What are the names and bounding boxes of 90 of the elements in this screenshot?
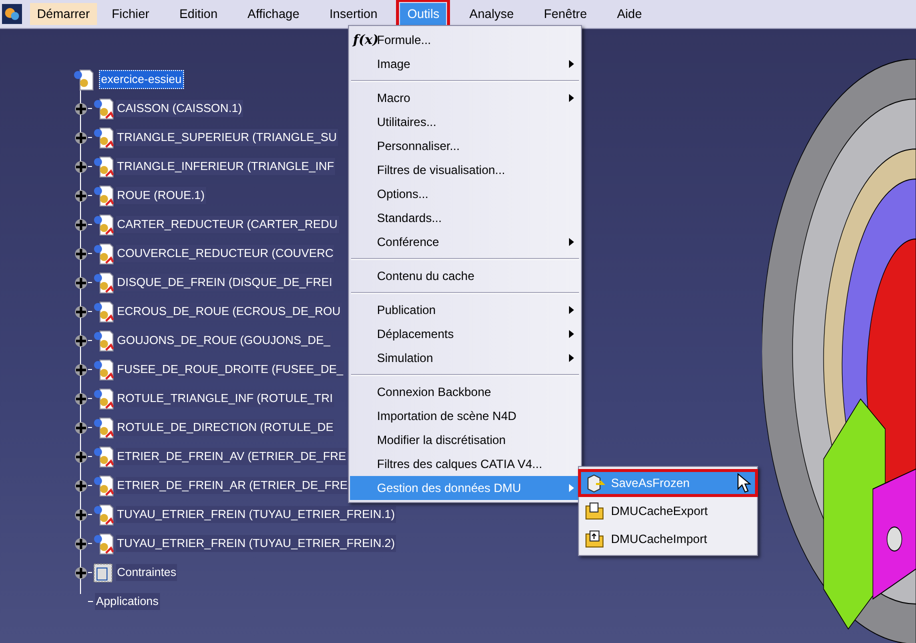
expand-icon[interactable] bbox=[74, 536, 88, 550]
formula-icon: f(x) bbox=[353, 32, 379, 48]
cube-icon bbox=[585, 473, 605, 493]
submenu-arrow-icon bbox=[569, 60, 574, 68]
menu-item[interactable]: Utilitaires... bbox=[350, 110, 580, 134]
product-icon bbox=[92, 504, 114, 526]
product-icon bbox=[92, 300, 114, 322]
menu-bar-item[interactable]: Fichier bbox=[104, 3, 156, 25]
menu-bar-item[interactable]: Démarrer bbox=[30, 3, 97, 25]
product-icon bbox=[92, 184, 114, 206]
menu-item[interactable]: Image bbox=[350, 52, 580, 76]
menu-item[interactable]: Publication bbox=[350, 298, 580, 322]
tree-item-label[interactable]: TRIANGLE_INFERIEUR (TRIANGLE_INF bbox=[116, 158, 336, 175]
menu-item[interactable]: Importation de scène N4D bbox=[350, 404, 580, 428]
expand-icon[interactable] bbox=[74, 276, 88, 290]
product-icon bbox=[92, 242, 114, 264]
product-icon bbox=[92, 532, 114, 554]
tree-item-label[interactable]: TUYAU_ETRIER_FREIN (TUYAU_ETRIER_FREIN.2) bbox=[116, 535, 396, 552]
product-icon bbox=[92, 388, 114, 410]
submenu-arrow-icon bbox=[569, 306, 574, 314]
submenu-arrow-icon bbox=[569, 354, 574, 362]
tree-item-label[interactable]: ROTULE_TRIANGLE_INF (ROTULE_TRI bbox=[116, 390, 334, 407]
menu-item[interactable]: Modifier la discrétisation bbox=[350, 428, 580, 452]
menu-item[interactable]: Contenu du cache bbox=[350, 264, 580, 288]
menu-item[interactable]: Déplacements bbox=[350, 322, 580, 346]
tree-item-label[interactable]: Contraintes bbox=[116, 564, 178, 581]
expand-icon[interactable] bbox=[74, 392, 88, 406]
tree-item-label[interactable]: ETRIER_DE_FREIN_AR (ETRIER_DE_FRE bbox=[116, 477, 349, 494]
expand-icon[interactable] bbox=[74, 160, 88, 174]
menu-item[interactable]: Standards... bbox=[350, 206, 580, 230]
menu-item[interactable]: Personnaliser... bbox=[350, 134, 580, 158]
submenu-arrow-icon bbox=[569, 94, 574, 102]
menu-bar-item[interactable]: Insertion bbox=[322, 3, 384, 25]
product-icon bbox=[92, 446, 114, 468]
menu-bar-item[interactable]: Aide bbox=[610, 3, 649, 25]
mouse-cursor-icon bbox=[737, 473, 751, 493]
folder-icon bbox=[585, 529, 605, 549]
expand-icon[interactable] bbox=[74, 304, 88, 318]
expand-icon[interactable] bbox=[74, 362, 88, 376]
menu-item[interactable]: Macro bbox=[350, 86, 580, 110]
expand-icon[interactable] bbox=[74, 420, 88, 434]
product-icon bbox=[92, 330, 114, 352]
tree-item-label[interactable]: COUVERCLE_REDUCTEUR (COUVERC bbox=[116, 245, 334, 262]
tree-item-label[interactable]: CAISSON (CAISSON.1) bbox=[116, 100, 243, 117]
tree-item-label[interactable]: TUYAU_ETRIER_FREIN (TUYAU_ETRIER_FREIN.1) bbox=[116, 506, 396, 523]
expand-icon[interactable] bbox=[74, 102, 88, 116]
tree-item-label[interactable]: ETRIER_DE_FREIN_AV (ETRIER_DE_FRE bbox=[116, 448, 348, 465]
tree-root-label[interactable]: exercice-essieu bbox=[99, 70, 184, 89]
tree-item-label[interactable]: DISQUE_DE_FREIN (DISQUE_DE_FREI bbox=[116, 274, 334, 291]
menu-item[interactable]: Filtres de visualisation... bbox=[350, 158, 580, 182]
menu-item[interactable]: Options... bbox=[350, 182, 580, 206]
folder-icon bbox=[585, 501, 605, 521]
submenu-item[interactable]: DMUCacheImport bbox=[581, 528, 755, 550]
menu-bar-item[interactable]: Affichage bbox=[240, 3, 306, 25]
expand-icon[interactable] bbox=[74, 218, 88, 232]
submenu-arrow-icon bbox=[569, 484, 574, 492]
app-logo-icon bbox=[2, 4, 22, 24]
expand-icon[interactable] bbox=[74, 334, 88, 348]
tree-item-label[interactable]: TRIANGLE_SUPERIEUR (TRIANGLE_SU bbox=[116, 129, 338, 146]
product-icon bbox=[92, 98, 114, 120]
tree-item-label[interactable]: ROTULE_DE_DIRECTION (ROTULE_DE bbox=[116, 419, 334, 436]
menu-bar-item[interactable]: Fenêtre bbox=[536, 3, 594, 25]
product-icon bbox=[92, 358, 114, 380]
menu-item[interactable]: Conférence bbox=[350, 230, 580, 254]
product-icon bbox=[92, 272, 114, 294]
expand-icon[interactable] bbox=[74, 508, 88, 522]
expand-icon[interactable] bbox=[74, 450, 88, 464]
submenu-item[interactable]: DMUCacheExport bbox=[581, 500, 755, 522]
menu-item[interactable]: Simulation bbox=[350, 346, 580, 370]
product-icon bbox=[92, 416, 114, 438]
tree-item-label[interactable]: Applications bbox=[95, 593, 160, 610]
menu-bar-item[interactable]: Edition bbox=[172, 3, 225, 25]
expand-icon[interactable] bbox=[74, 130, 88, 144]
product-icon bbox=[92, 126, 114, 148]
menu-item[interactable]: f(x)Formule... bbox=[350, 28, 580, 52]
expand-icon[interactable] bbox=[74, 478, 88, 492]
product-icon bbox=[92, 156, 114, 178]
expand-icon[interactable] bbox=[74, 188, 88, 202]
tree-item-label[interactable]: ROUE (ROUE.1) bbox=[116, 187, 206, 204]
submenu-arrow-icon bbox=[569, 238, 574, 246]
submenu-arrow-icon bbox=[569, 330, 574, 338]
expand-icon[interactable] bbox=[74, 246, 88, 260]
product-icon bbox=[92, 214, 114, 236]
menu-bar-item[interactable]: Analyse bbox=[462, 3, 521, 25]
tree-item-label[interactable]: CARTER_REDUCTEUR (CARTER_REDU bbox=[116, 216, 339, 233]
menu-item[interactable]: Connexion Backbone bbox=[350, 380, 580, 404]
constraints-icon bbox=[92, 562, 114, 584]
product-icon bbox=[92, 474, 114, 496]
expand-icon[interactable] bbox=[74, 566, 88, 580]
menu-item[interactable]: Filtres des calques CATIA V4... bbox=[350, 452, 580, 476]
